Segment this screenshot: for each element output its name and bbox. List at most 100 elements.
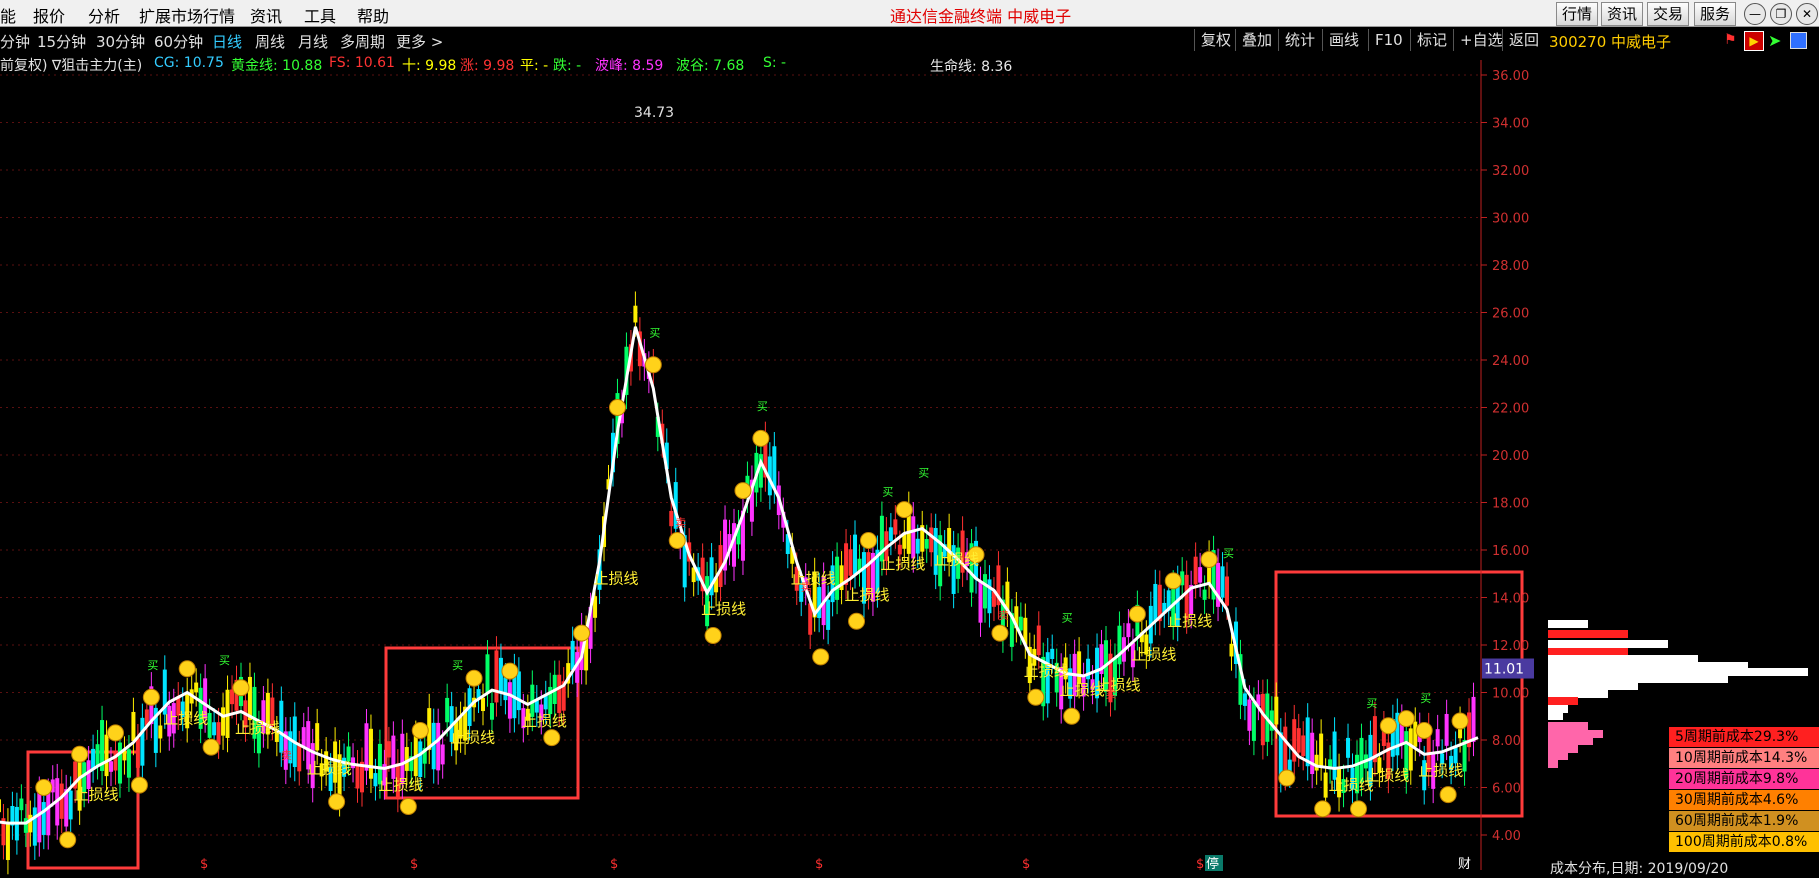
y-tick-label: 30.00: [1492, 212, 1529, 227]
sad-face-icon: [202, 738, 220, 756]
sad-face-icon: [1314, 800, 1332, 818]
cost-row-20: 20周期前成本9.8%: [1669, 769, 1819, 789]
cost-distribution-bar: [1548, 640, 1668, 648]
cost-distribution-bar: [1548, 697, 1578, 705]
smile-face-icon: [106, 724, 124, 742]
stop-loss-label: 止损线: [1167, 612, 1212, 630]
y-tick-label: 36.00: [1492, 69, 1529, 84]
cost-distribution-bar: [1548, 730, 1603, 738]
bottom-event-marker: $: [200, 857, 208, 872]
buy-signal-label: 买: [918, 466, 929, 479]
stop-loss-label: 止损线: [522, 712, 567, 730]
cost-row-100: 100周期前成本0.8%: [1669, 832, 1819, 852]
y-tick-label: 12.00: [1492, 639, 1529, 654]
cost-distribution-date: 成本分布,日期: 2019/09/20: [1550, 861, 1729, 877]
stop-loss-label: 止损线: [163, 709, 208, 727]
buy-signal-label: 买: [452, 659, 463, 672]
smile-face-icon: [411, 722, 429, 739]
sell-signal-label: 卖: [801, 580, 812, 593]
bottom-event-marker: $: [815, 857, 823, 872]
smile-face-icon: [178, 660, 196, 678]
y-tick-label: 4.00: [1492, 829, 1521, 844]
sell-signal-label: 卖: [281, 749, 292, 762]
sell-signal-label: 卖: [1106, 687, 1117, 700]
sell-signal-label: 卖: [675, 516, 686, 529]
smile-face-icon: [1164, 572, 1182, 590]
y-tick-label: 28.00: [1492, 259, 1529, 274]
sad-face-icon: [59, 831, 77, 849]
stop-loss-label: 止损线: [1024, 662, 1069, 680]
sad-face-icon: [1350, 800, 1368, 818]
smile-face-icon: [1128, 605, 1146, 623]
smile-face-icon: [734, 482, 752, 500]
smile-face-icon: [1451, 712, 1469, 730]
sad-face-icon: [991, 624, 1009, 642]
buy-signal-label: 买: [1223, 547, 1234, 560]
sad-face-icon: [543, 729, 561, 747]
cost-distribution-bar: [1548, 655, 1698, 663]
sad-face-icon: [704, 627, 722, 644]
cost-distribution-bar: [1548, 682, 1638, 690]
stop-loss-label: 止损线: [1364, 766, 1409, 784]
sad-face-icon: [1027, 688, 1045, 706]
y-tick-label: 22.00: [1492, 402, 1529, 417]
cost-row-10: 10周期前成本14.3%: [1669, 748, 1819, 768]
smile-face-icon: [142, 688, 160, 706]
buy-signal-label: 买: [147, 659, 158, 672]
smile-face-icon: [232, 679, 250, 697]
smile-face-icon: [501, 662, 519, 680]
y-tick-label: 32.00: [1492, 164, 1529, 179]
buy-signal-label: 买: [882, 485, 893, 498]
smile-face-icon: [1415, 722, 1433, 739]
cost-distribution-bar: [1548, 690, 1608, 698]
smile-face-icon: [35, 779, 53, 796]
smile-face-icon: [895, 501, 913, 519]
cost-row-5: 5周期前成本29.3%: [1669, 727, 1819, 747]
smile-face-icon: [859, 532, 877, 549]
stop-loss-label: 止损线: [307, 759, 352, 777]
cost-distribution-bar: [1548, 752, 1568, 760]
stop-loss-label: 止损线: [450, 728, 495, 746]
cost-distribution-bar: [1548, 722, 1588, 730]
cost-row-30: 30周期前成本4.6%: [1669, 790, 1819, 810]
current-price-label: 11.01: [1484, 662, 1524, 678]
sad-face-icon: [1439, 786, 1457, 804]
life-line-series: [0, 326, 1479, 825]
smile-face-icon: [1397, 710, 1415, 728]
sell-signal-label: 卖: [998, 609, 1009, 622]
stop-loss-label: 止损线: [235, 719, 280, 737]
bottom-event-marker: $: [1196, 857, 1204, 872]
bottom-event-marker: $: [1022, 857, 1030, 872]
smile-face-icon: [573, 624, 591, 642]
stop-loss-label: 止损线: [880, 555, 925, 573]
sad-face-icon: [848, 612, 866, 630]
buy-signal-label: 买: [219, 654, 230, 667]
cost-distribution-bar: [1548, 760, 1558, 768]
y-tick-label: 6.00: [1492, 782, 1521, 797]
candle-bar: [0, 799, 1, 813]
stop-loss-label: 止损线: [701, 600, 746, 618]
cost-distribution-bar: [1548, 705, 1568, 713]
smile-face-icon: [608, 399, 626, 416]
stop-loss-label: 止损线: [1131, 645, 1176, 663]
stop-loss-label: 止损线: [1096, 676, 1141, 694]
sad-face-icon: [812, 648, 830, 666]
bottom-event-marker: $: [410, 857, 418, 872]
cost-distribution-bar: [1548, 712, 1563, 720]
sad-face-icon: [1278, 769, 1296, 787]
finance-tag: 财: [1458, 857, 1471, 872]
y-tick-label: 20.00: [1492, 449, 1529, 464]
kline-chart[interactable]: 34.73止损线止损线止损线止损线止损线止损线止损线止损线止损线止损线止损线止损…: [0, 0, 1819, 878]
y-tick-label: 16.00: [1492, 544, 1529, 559]
cost-distribution-bar: [1548, 630, 1628, 638]
buy-signal-label: 买: [757, 400, 768, 413]
sad-face-icon: [668, 532, 686, 549]
sad-face-icon: [130, 776, 148, 794]
sad-face-icon: [1063, 707, 1081, 725]
smile-face-icon: [71, 745, 89, 763]
stop-loss-label: 止损线: [594, 569, 639, 587]
buy-signal-label: 买: [1366, 697, 1377, 710]
stop-loss-label: 止损线: [791, 569, 836, 587]
peak-price-label: 34.73: [634, 105, 674, 121]
y-tick-label: 14.00: [1492, 592, 1529, 607]
